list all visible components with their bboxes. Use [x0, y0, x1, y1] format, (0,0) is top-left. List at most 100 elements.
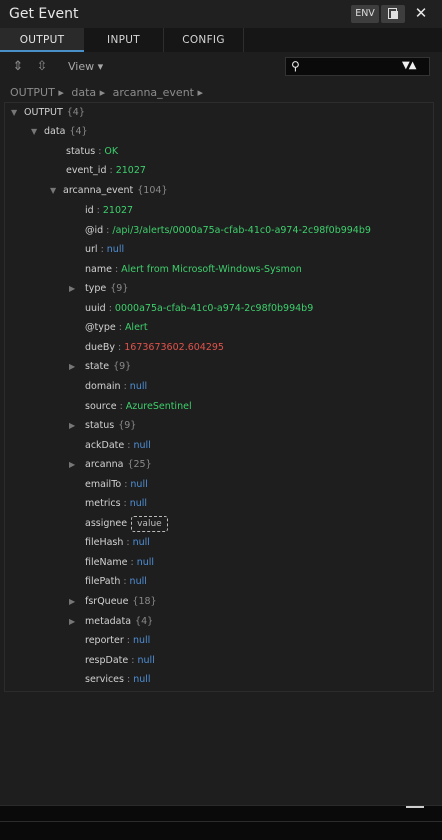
tree-leaf-dueby[interactable]: dueBy:1673673602.604295: [85, 340, 224, 356]
node-count: {9}: [113, 361, 132, 372]
tree-leaf-id[interactable]: id:21027: [85, 203, 133, 219]
node-value: null: [129, 381, 148, 392]
tab-bar: OUTPUT INPUT CONFIG: [0, 28, 442, 52]
node-count: {18}: [132, 596, 157, 607]
node-key: respDate: [85, 655, 129, 666]
node-value: null: [137, 655, 155, 666]
tree-leaf-event-id[interactable]: event_id:21027: [66, 163, 146, 179]
node-value: 0000a75a-cfab-41c0-a974-2c98f0b994b9: [114, 303, 314, 314]
resize-handle[interactable]: [406, 806, 424, 808]
node-count: {9}: [118, 420, 137, 431]
node-key: status: [66, 146, 96, 157]
tree-leaf-emailto[interactable]: emailTo: null: [85, 477, 148, 493]
search-icon: ⚲: [291, 59, 300, 73]
tree-node-arcanna-event[interactable]: ▼ arcanna_event {104}: [50, 183, 168, 199]
node-key: data: [44, 126, 66, 137]
tree-leaf-name[interactable]: name: Alert from Microsoft-Windows-Sysmon: [85, 262, 302, 278]
tree-node-state[interactable]: ▶ state {9}: [69, 359, 131, 375]
breadcrumb-item-arcanna-event[interactable]: arcanna_event ▸: [113, 86, 203, 99]
tree-node-status[interactable]: ▶ status {9}: [69, 418, 136, 434]
tab-output[interactable]: OUTPUT: [0, 28, 84, 52]
expand-all-icon[interactable]: ⇕: [10, 59, 26, 75]
node-value: Alert: [124, 322, 148, 333]
chevron-right-icon[interactable]: ▶: [69, 281, 79, 297]
tree-leaf-respdate[interactable]: respDate: null: [85, 653, 155, 669]
tree-leaf-source[interactable]: source: AzureSentinel: [85, 399, 192, 415]
node-key: dueBy: [85, 342, 116, 353]
node-value: null: [132, 537, 150, 548]
chevron-right-icon[interactable]: ▶: [69, 594, 79, 610]
json-tree: ▼ OUTPUT {4} ▼ data {4} status: OK event_id…: [4, 102, 434, 692]
tree-node-data[interactable]: ▼ data {4}: [31, 124, 88, 140]
tree-leaf-assignee[interactable]: assignee value: [85, 516, 168, 532]
node-key: uuid: [85, 303, 106, 314]
chevron-down-icon[interactable]: ▼: [50, 183, 60, 199]
node-key: reporter: [85, 635, 124, 646]
tree-node-type[interactable]: ▶ type {9}: [69, 281, 128, 297]
node-value: 21027: [102, 205, 134, 216]
node-value: /api/3/alerts/0000a75a-cfab-41c0-a974-2c…: [112, 225, 371, 236]
node-value: null: [136, 557, 155, 568]
tree-leaf-ackdate[interactable]: ackDate: null: [85, 438, 151, 454]
node-key: fileHash: [85, 537, 124, 548]
chevron-right-icon[interactable]: ▶: [69, 418, 79, 434]
value-input-placeholder[interactable]: value: [131, 516, 168, 532]
node-count: {4}: [69, 126, 88, 137]
search-nav-arrows-icon[interactable]: ▼▲: [402, 60, 416, 71]
view-dropdown[interactable]: View ▾: [68, 60, 103, 73]
tab-config[interactable]: CONFIG: [164, 28, 244, 52]
chevron-right-icon[interactable]: ▶: [69, 359, 79, 375]
copy-icon[interactable]: [381, 5, 405, 23]
node-key: arcanna: [85, 459, 124, 470]
tree-node-arcanna[interactable]: ▶ arcanna {25}: [69, 457, 152, 473]
node-key: arcanna_event: [63, 185, 134, 196]
tree-leaf-type[interactable]: @type: Alert: [85, 320, 148, 336]
node-value: null: [133, 674, 151, 685]
node-value: null: [106, 244, 125, 255]
node-key: event_id: [66, 165, 107, 176]
env-button[interactable]: ENV: [351, 5, 379, 23]
tree-leaf-reporter[interactable]: reporter: null: [85, 633, 150, 649]
node-value: null: [133, 440, 151, 451]
chevron-down-icon[interactable]: ▼: [31, 124, 41, 140]
tree-leaf-filehash[interactable]: fileHash: null: [85, 535, 150, 551]
node-key: fsrQueue: [85, 596, 129, 607]
node-value: 1673673602.604295: [124, 342, 224, 353]
breadcrumb-item-data[interactable]: data ▸: [71, 86, 105, 99]
chevron-right-icon[interactable]: ▶: [69, 457, 79, 473]
tree-leaf-filepath[interactable]: filePath: null: [85, 574, 147, 590]
node-count: {25}: [127, 459, 152, 470]
tree-leaf-metrics[interactable]: metrics: null: [85, 496, 147, 512]
node-value: null: [132, 635, 151, 646]
breadcrumb: OUTPUT ▸ data ▸ arcanna_event ▸: [10, 86, 207, 99]
node-key: @type: [85, 322, 116, 333]
collapse-all-icon[interactable]: ⇳: [34, 59, 50, 75]
tree-node-output[interactable]: ▼ OUTPUT {4}: [11, 105, 85, 121]
search-input[interactable]: [306, 60, 396, 73]
tree-leaf-url[interactable]: url: null: [85, 242, 124, 258]
node-key: services: [85, 674, 124, 685]
tree-leaf-uuid[interactable]: uuid:0000a75a-cfab-41c0-a974-2c98f0b994b…: [85, 301, 313, 317]
chevron-down-icon[interactable]: ▼: [11, 105, 21, 121]
tab-input[interactable]: INPUT: [84, 28, 164, 52]
tree-leaf-domain[interactable]: domain: null: [85, 379, 147, 395]
close-icon[interactable]: ✕: [412, 4, 430, 22]
node-key: name: [85, 264, 112, 275]
tree-node-fsrqueue[interactable]: ▶ fsrQueue {18}: [69, 594, 157, 610]
bottom-status-strip: [0, 805, 442, 840]
node-value: Alert from Microsoft-Windows-Sysmon: [121, 264, 302, 275]
tree-leaf-id[interactable]: @id:/api/3/alerts/0000a75a-cfab-41c0-a97…: [85, 223, 371, 239]
node-key: OUTPUT: [24, 107, 63, 118]
tree-node-metadata[interactable]: ▶ metadata {4}: [69, 614, 153, 630]
node-key: metrics: [85, 498, 121, 509]
tree-leaf-filename[interactable]: fileName: null: [85, 555, 154, 571]
chevron-right-icon[interactable]: ▶: [69, 614, 79, 630]
node-count: {9}: [110, 283, 129, 294]
node-count: {4}: [66, 107, 85, 118]
node-key: @id: [85, 225, 104, 236]
node-key: state: [85, 361, 110, 372]
tree-leaf-status[interactable]: status: OK: [66, 144, 118, 160]
node-count: {4}: [135, 616, 154, 627]
breadcrumb-item-output[interactable]: OUTPUT ▸: [10, 86, 64, 99]
tree-leaf-services[interactable]: services: null: [85, 672, 151, 688]
